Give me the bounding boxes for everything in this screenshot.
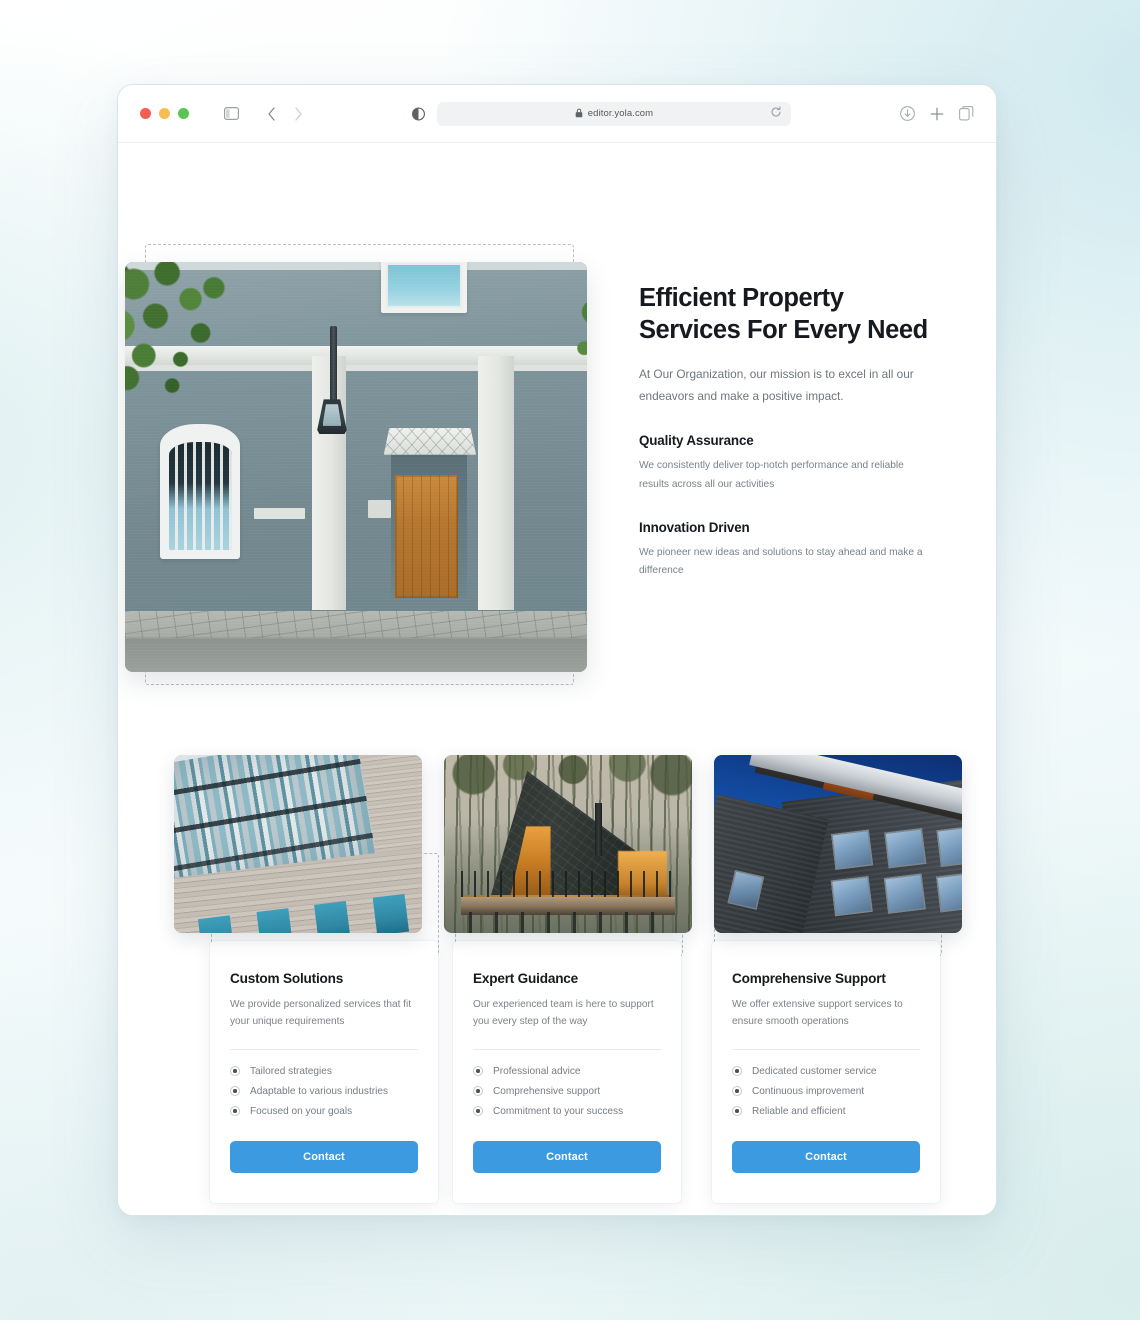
list-item-label: Focused on your goals <box>250 1105 353 1117</box>
list-item-label: Tailored strategies <box>250 1065 332 1077</box>
window-controls <box>140 108 189 119</box>
bullet-icon <box>230 1106 240 1117</box>
contact-button[interactable]: Contact <box>732 1140 920 1173</box>
list-item-label: Professional advice <box>493 1065 581 1077</box>
list-item-label: Adaptable to various industries <box>250 1085 389 1097</box>
card-body: Expert Guidance Our experienced team is … <box>453 941 681 1203</box>
hero-feature-body: We consistently deliver top-notch perfor… <box>639 460 904 490</box>
card-divider <box>230 1048 418 1050</box>
navigation-arrows <box>261 103 309 125</box>
hero-image-artwork <box>125 262 587 672</box>
list-item-label: Comprehensive support <box>493 1085 601 1097</box>
site-canvas: Efficient Property Services For Every Ne… <box>118 143 996 1215</box>
list-item: Professional advice <box>473 1066 661 1077</box>
card-feature-list: Dedicated customer service Continuous im… <box>732 1066 920 1117</box>
hero-image-selection-outline[interactable] <box>125 244 587 685</box>
card-title: Expert Guidance <box>473 971 579 986</box>
list-item-label: Continuous improvement <box>752 1085 865 1097</box>
card-image-artwork <box>174 755 422 933</box>
address-bar[interactable]: editor.yola.com <box>437 101 791 126</box>
list-item: Comprehensive support <box>473 1086 661 1097</box>
hero-feature-innovation-driven: Innovation Driven We pioneer new ideas a… <box>639 520 935 580</box>
hero-feature-quality-assurance: Quality Assurance We consistently delive… <box>639 433 935 493</box>
hero-copy-column: Efficient Property Services For Every Ne… <box>639 282 935 580</box>
card-image-artwork <box>714 755 962 933</box>
hero-feature-title: Innovation Driven <box>639 519 750 535</box>
card-feature-list: Professional advice Comprehensive suppor… <box>473 1066 661 1117</box>
hero-subtitle: At Our Organization, our mission is to e… <box>639 366 914 403</box>
back-arrow-icon[interactable] <box>261 103 283 125</box>
bullet-icon <box>732 1066 742 1077</box>
card-title: Custom Solutions <box>230 971 344 986</box>
bullet-icon <box>473 1106 483 1117</box>
card-expert-guidance: Expert Guidance Our experienced team is … <box>443 755 705 1207</box>
list-item: Dedicated customer service <box>732 1066 920 1077</box>
card-description: We offer extensive support services to e… <box>732 999 903 1028</box>
card-image[interactable] <box>444 755 692 933</box>
hero-feature-title: Quality Assurance <box>639 433 754 449</box>
bullet-icon <box>473 1086 483 1097</box>
hero-feature-body: We pioneer new ideas and solutions to st… <box>639 546 923 576</box>
cards-section: Custom Solutions We provide personalized… <box>174 755 974 1207</box>
hero-section: Efficient Property Services For Every Ne… <box>118 143 996 685</box>
list-item-label: Dedicated customer service <box>752 1065 877 1077</box>
lock-icon <box>575 105 583 123</box>
card-divider <box>473 1048 661 1050</box>
card-body: Custom Solutions We provide personalized… <box>210 941 438 1203</box>
bullet-icon <box>230 1086 240 1097</box>
url-text: editor.yola.com <box>587 108 654 119</box>
card-description: We provide personalized services that fi… <box>230 999 412 1028</box>
list-item: Commitment to your success <box>473 1106 661 1117</box>
card-body: Comprehensive Support We offer extensive… <box>712 941 940 1203</box>
list-item-label: Commitment to your success <box>493 1105 624 1117</box>
toolbar-right-actions <box>900 106 974 121</box>
card-divider <box>732 1048 920 1050</box>
close-window-button[interactable] <box>140 108 151 119</box>
card-description: Our experienced team is here to support … <box>473 999 654 1028</box>
bullet-icon <box>230 1066 240 1077</box>
plus-icon[interactable] <box>930 107 944 121</box>
list-item: Tailored strategies <box>230 1066 418 1077</box>
bullet-icon <box>473 1066 483 1077</box>
hero-title: Efficient Property Services For Every Ne… <box>639 284 928 345</box>
forward-arrow-icon[interactable] <box>287 103 309 125</box>
download-icon[interactable] <box>900 106 915 121</box>
contact-button[interactable]: Contact <box>473 1140 661 1173</box>
bullet-icon <box>732 1106 742 1117</box>
list-item: Reliable and efficient <box>732 1106 920 1117</box>
contact-button[interactable]: Contact <box>230 1140 418 1173</box>
bullet-icon <box>732 1086 742 1097</box>
reader-view-icon[interactable] <box>412 107 425 121</box>
list-item-label: Reliable and efficient <box>752 1105 846 1117</box>
url-group: editor.yola.com <box>575 105 653 123</box>
list-item: Focused on your goals <box>230 1106 418 1117</box>
card-feature-list: Tailored strategies Adaptable to various… <box>230 1066 418 1117</box>
browser-toolbar: editor.yola.com <box>118 85 996 143</box>
list-item: Continuous improvement <box>732 1086 920 1097</box>
card-image[interactable] <box>714 755 962 933</box>
minimize-window-button[interactable] <box>159 108 170 119</box>
card-image-artwork <box>444 755 692 933</box>
card-title: Comprehensive Support <box>732 971 886 986</box>
tab-overview-icon[interactable] <box>959 106 974 121</box>
browser-window: editor.yola.com Efficient Property Servi… <box>117 84 997 1216</box>
hero-image[interactable] <box>125 262 587 672</box>
card-image[interactable] <box>174 755 422 933</box>
card-comprehensive-support: Comprehensive Support We offer extensive… <box>712 755 974 1207</box>
sidebar-toggle-icon[interactable] <box>224 107 239 120</box>
list-item: Adaptable to various industries <box>230 1086 418 1097</box>
maximize-window-button[interactable] <box>178 108 189 119</box>
card-custom-solutions: Custom Solutions We provide personalized… <box>174 755 439 1207</box>
reload-icon[interactable] <box>770 105 782 123</box>
